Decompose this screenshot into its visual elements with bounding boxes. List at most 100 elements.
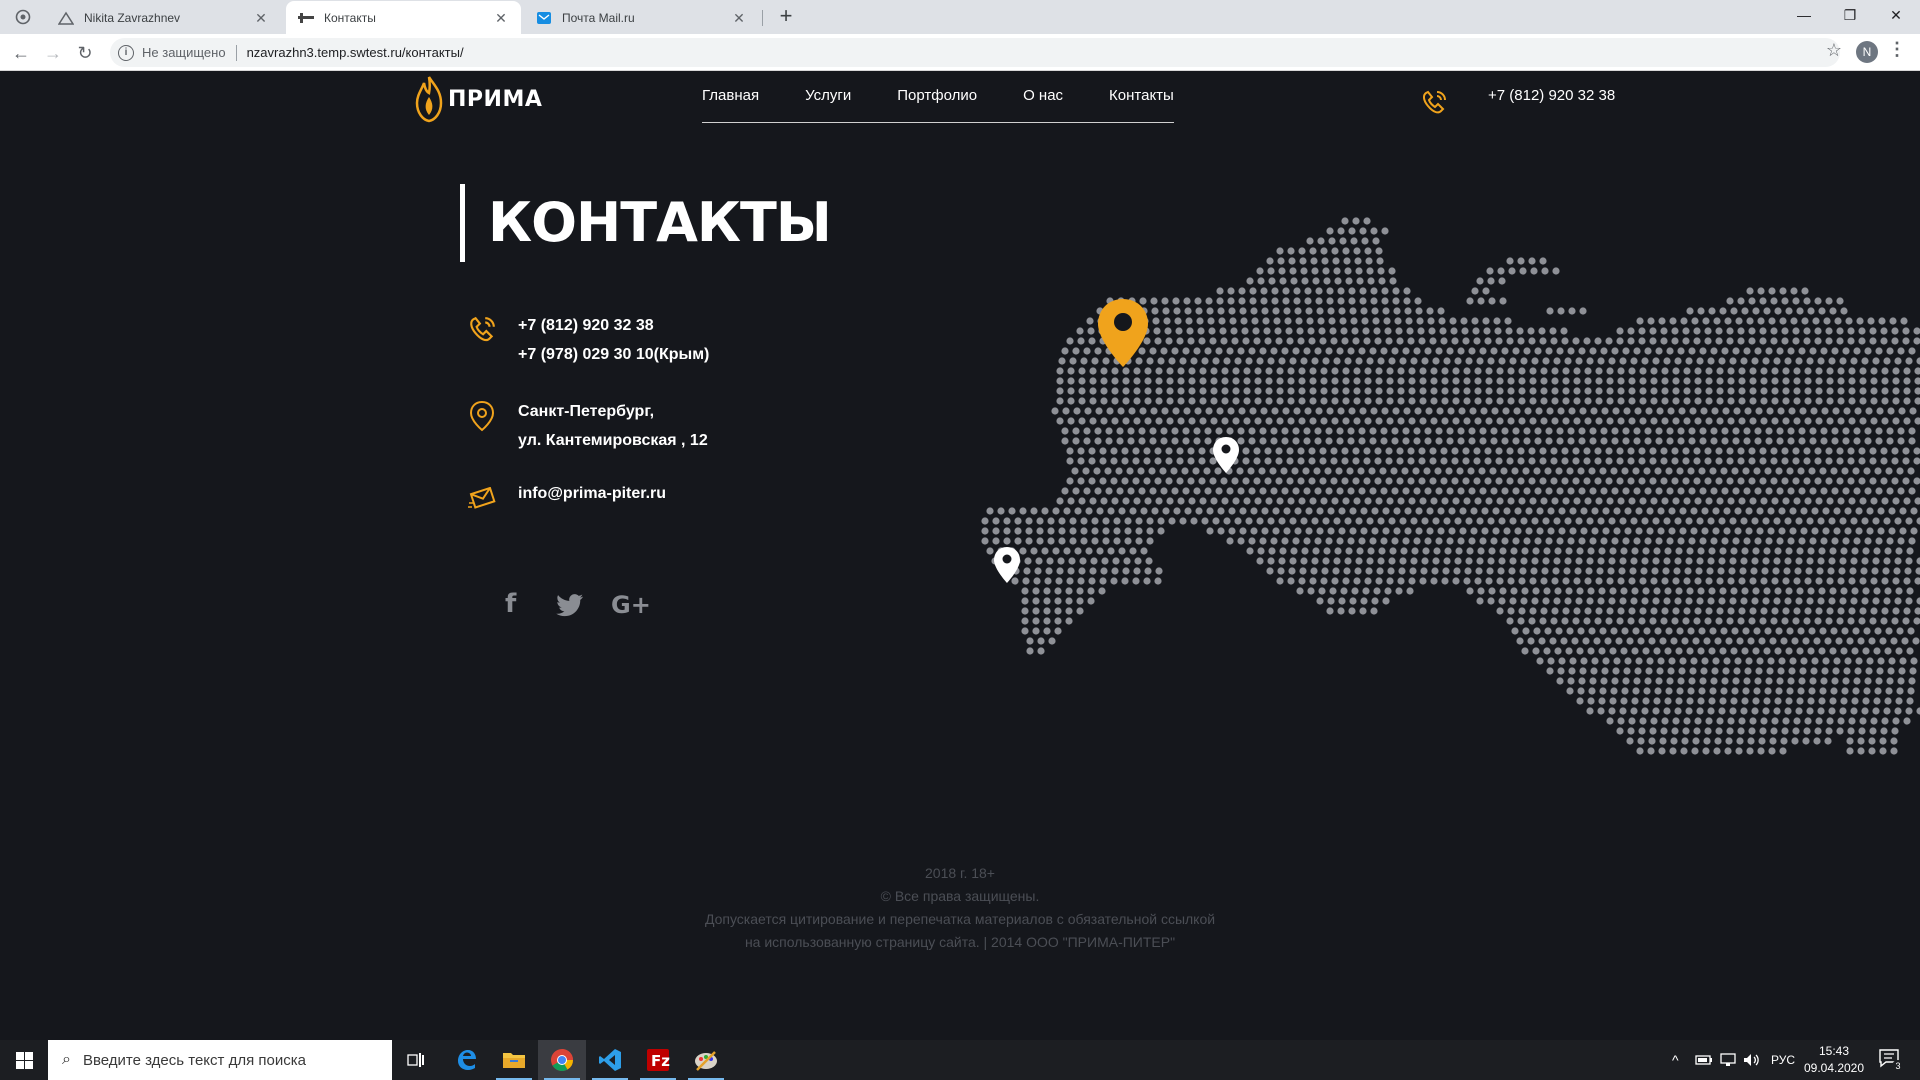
map-dot: [1836, 337, 1844, 345]
map-dot: [1069, 517, 1077, 525]
map-dot: [1746, 287, 1754, 295]
tab-nikita-zavrazhnev[interactable]: Nikita Zavrazhnev ✕: [46, 1, 281, 34]
file-explorer-icon[interactable]: [490, 1040, 538, 1080]
map-dot: [1041, 547, 1049, 555]
filezilla-icon[interactable]: Fz: [634, 1040, 682, 1080]
forward-icon[interactable]: →: [42, 42, 64, 64]
nav-item-contacts[interactable]: Контакты: [1109, 87, 1174, 122]
close-window-button[interactable]: ✕: [1873, 0, 1919, 30]
map-pin-icon[interactable]: [1212, 436, 1240, 474]
map-pin-icon[interactable]: [1096, 297, 1150, 369]
paint-icon[interactable]: [682, 1040, 730, 1080]
map-dot: [1331, 247, 1339, 255]
map-dot: [1364, 417, 1372, 425]
map-pin-icon[interactable]: [993, 546, 1021, 584]
divider: [235, 44, 237, 61]
map-dot: [1316, 307, 1324, 315]
map-dot: [1562, 607, 1570, 615]
notification-center-icon[interactable]: 3: [1878, 1048, 1904, 1072]
map-dot: [1558, 507, 1566, 515]
bookmark-star-icon[interactable]: ☆: [1826, 40, 1842, 61]
map-dot: [1078, 417, 1086, 425]
url-text[interactable]: nzavrazhn3.temp.swtest.ru/контакты/: [247, 45, 464, 60]
map-dot: [1066, 477, 1074, 485]
map-dot: [1866, 507, 1874, 515]
map-dot: [1090, 557, 1098, 565]
map-dot: [1276, 397, 1284, 405]
volume-icon[interactable]: [1743, 1052, 1761, 1068]
network-icon[interactable]: [1719, 1052, 1737, 1068]
start-button[interactable]: [0, 1040, 48, 1080]
new-tab-button[interactable]: +: [774, 5, 798, 29]
map-dot: [1738, 417, 1746, 425]
map-dot: [1822, 527, 1830, 535]
email-link[interactable]: info@prima-piter.ru: [518, 479, 666, 508]
map-dot: [1873, 587, 1881, 595]
map-dot: [1172, 297, 1180, 305]
map-dot: [1474, 577, 1482, 585]
header-phone-number[interactable]: +7 (812) 920 32 38: [1488, 87, 1615, 104]
map-dot: [1226, 347, 1234, 355]
language-indicator[interactable]: РУС: [1771, 1040, 1795, 1080]
twitter-icon[interactable]: [556, 594, 584, 618]
map-dot: [1419, 387, 1427, 395]
nav-item-portfolio[interactable]: Портфолио: [897, 87, 977, 122]
map-dot: [1437, 307, 1445, 315]
minimize-button[interactable]: —: [1781, 0, 1827, 30]
map-dot: [1250, 307, 1258, 315]
map-dot: [1814, 297, 1822, 305]
map-dot: [1842, 487, 1850, 495]
close-icon[interactable]: ✕: [731, 10, 747, 26]
map-dot: [1083, 437, 1091, 445]
info-icon[interactable]: i: [118, 44, 134, 61]
map-dot: [1889, 317, 1897, 325]
profile-avatar[interactable]: N: [1856, 41, 1878, 63]
map-dot: [1768, 747, 1776, 755]
map-dot: [1270, 427, 1278, 435]
back-icon[interactable]: ←: [10, 42, 32, 64]
facebook-icon[interactable]: f: [505, 589, 516, 619]
map-dot: [1546, 307, 1554, 315]
close-icon[interactable]: ✕: [493, 10, 509, 26]
task-view-icon[interactable]: [392, 1040, 440, 1080]
nav-item-home[interactable]: Главная: [702, 87, 759, 122]
close-icon[interactable]: ✕: [253, 10, 269, 26]
map-dot: [1341, 337, 1349, 345]
map-dot: [1388, 517, 1396, 525]
chrome-icon[interactable]: [538, 1040, 586, 1080]
vscode-icon[interactable]: [586, 1040, 634, 1080]
restore-button[interactable]: ❐: [1827, 0, 1873, 30]
tab-mail-ru[interactable]: Почта Mail.ru ✕: [524, 1, 759, 34]
tray-chevron-icon[interactable]: ^: [1672, 1040, 1679, 1080]
map-dot: [1527, 327, 1535, 335]
map-dot: [1583, 447, 1591, 455]
map-dot: [1820, 427, 1828, 435]
tab-title: Nikita Zavrazhnev: [84, 10, 181, 25]
map-dot: [1892, 377, 1900, 385]
battery-icon[interactable]: [1695, 1053, 1713, 1067]
chrome-search-tabs-icon[interactable]: [14, 8, 32, 26]
tab-kontakty[interactable]: Контакты ✕: [286, 1, 521, 34]
phone-number[interactable]: +7 (978) 029 30 10(Крым): [518, 340, 709, 369]
edge-icon[interactable]: [442, 1040, 490, 1080]
google-plus-icon[interactable]: G+: [611, 591, 651, 619]
nav-item-about[interactable]: О нас: [1023, 87, 1063, 122]
map-dot: [1837, 607, 1845, 615]
taskbar-search[interactable]: ⌕ Введите здесь текст для поиска: [48, 1040, 392, 1080]
map-dot: [1394, 317, 1402, 325]
map-dot: [1322, 557, 1330, 565]
map-dot: [1529, 387, 1537, 395]
system-clock[interactable]: 15:43 09.04.2020: [1796, 1043, 1872, 1077]
map-dot: [1837, 717, 1845, 725]
map-dot: [1688, 537, 1696, 545]
reload-icon[interactable]: ↻: [74, 42, 96, 64]
chrome-menu-icon[interactable]: ⋮: [1888, 39, 1906, 60]
nav-item-services[interactable]: Услуги: [805, 87, 851, 122]
map-dot: [1382, 507, 1390, 515]
phone-number[interactable]: +7 (812) 920 32 38: [518, 311, 709, 340]
site-logo[interactable]: ПРИМА: [414, 75, 542, 123]
map-dot: [1540, 577, 1548, 585]
address-bar[interactable]: i Не защищено nzavrazhn3.temp.swtest.ru/…: [110, 38, 1840, 67]
map-dot: [1759, 337, 1767, 345]
map-dot: [1701, 507, 1709, 515]
